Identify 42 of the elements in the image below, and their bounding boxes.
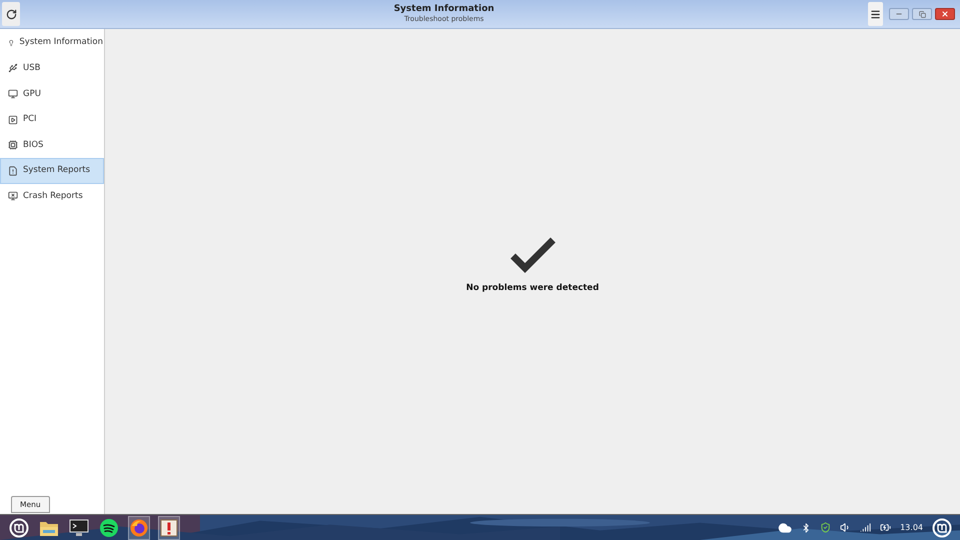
taskbar-app[interactable] (158, 516, 180, 540)
card-icon (8, 114, 18, 125)
volume-icon[interactable] (840, 522, 852, 533)
sidebar-item[interactable]: System Reports (0, 158, 104, 184)
cloud-icon[interactable] (778, 520, 792, 534)
menu-icon (870, 8, 881, 20)
mint-logo-icon (9, 518, 29, 538)
taskbar-app[interactable] (128, 516, 150, 540)
spotify-icon (100, 518, 118, 536)
close-button[interactable] (935, 8, 955, 20)
monitor-icon (8, 191, 18, 202)
mint-logo-icon (932, 518, 952, 538)
restore-icon (918, 10, 926, 18)
monitor-icon (8, 88, 18, 99)
browser-icon (130, 518, 148, 536)
clock[interactable]: 13.04 (900, 522, 923, 534)
sidebar-item[interactable]: Crash Reports (0, 184, 104, 210)
battery-icon[interactable] (880, 522, 892, 533)
refresh-icon (6, 8, 16, 20)
bluetooth-icon[interactable] (801, 522, 812, 532)
sidebar-item[interactable]: USB (0, 56, 104, 82)
sidebar-item[interactable]: GPU (0, 81, 104, 107)
status-message: No problems were detected (466, 282, 599, 295)
monitor-icon (69, 518, 89, 536)
maximize-button[interactable] (912, 8, 932, 20)
refresh-button[interactable] (2, 2, 20, 26)
usb-icon (8, 63, 18, 74)
window-title: System Information (394, 5, 494, 14)
sidebar-item[interactable]: BIOS (0, 132, 104, 158)
alert-icon (160, 518, 178, 536)
close-icon (941, 10, 949, 18)
report-icon (8, 166, 18, 176)
chip-icon (8, 140, 18, 150)
taskbar-app[interactable] (8, 516, 30, 540)
minimize-button[interactable] (889, 8, 909, 20)
sidebar-item[interactable]: PCI (0, 106, 104, 132)
sidebar-item[interactable]: System Information (0, 30, 104, 56)
shield-icon[interactable] (820, 522, 832, 533)
menu-button[interactable] (868, 2, 883, 26)
signal-icon[interactable] (860, 522, 872, 533)
lightbulb-icon (8, 38, 14, 48)
checkmark-icon (510, 236, 556, 274)
